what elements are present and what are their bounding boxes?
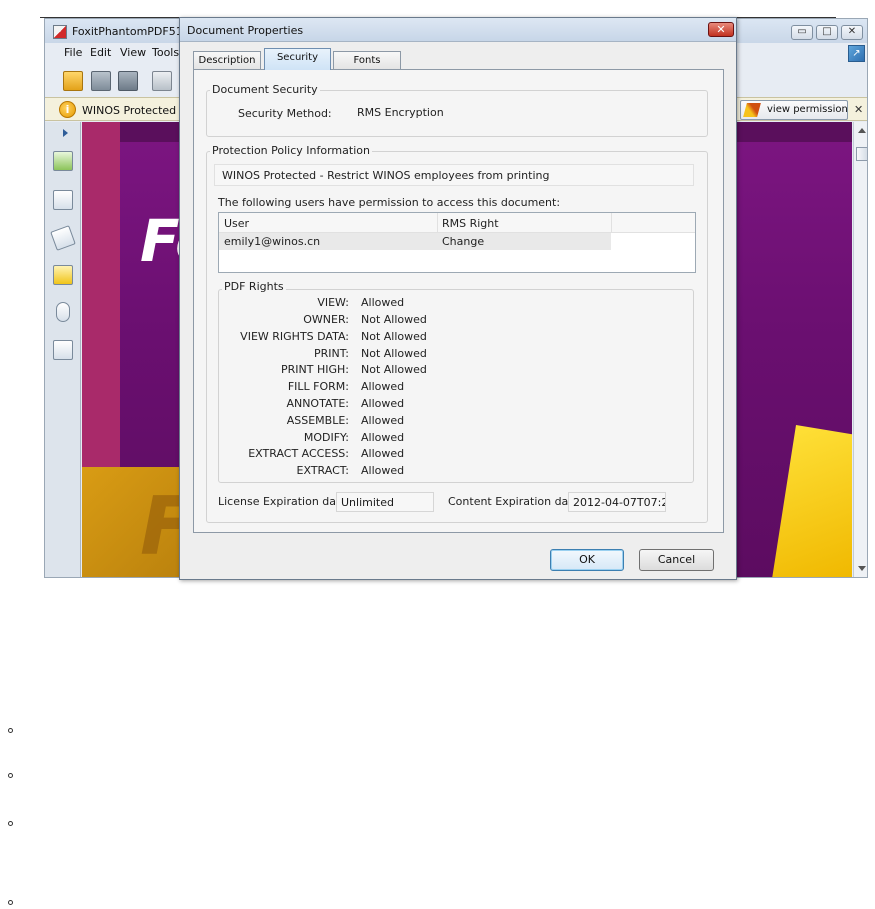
column-separator	[611, 213, 612, 233]
column-header-rms-right[interactable]: RMS Right	[442, 217, 499, 230]
list-bullet	[8, 900, 13, 905]
rights-label-modify: MODIFY:	[303, 431, 349, 444]
content-expiration-field: 2012-04-07T07:29	[568, 492, 666, 512]
list-bullet	[8, 773, 13, 778]
menu-edit[interactable]: Edit	[90, 46, 111, 59]
vertical-scrollbar[interactable]	[853, 122, 867, 577]
rights-label-view: VIEW:	[317, 296, 349, 309]
users-caption: The following users have permission to a…	[218, 196, 561, 209]
help-icon[interactable]: ↗	[848, 45, 865, 62]
sidebar-expand-icon[interactable]	[63, 129, 68, 137]
pdf-rights-title: PDF Rights	[222, 280, 286, 293]
table-row[interactable]: emily1@winos.cn Change	[219, 233, 611, 250]
document-security-title: Document Security	[210, 83, 320, 96]
protection-policy-title: Protection Policy Information	[210, 144, 372, 157]
menu-tools[interactable]: Tools	[152, 46, 179, 59]
license-expiration-field: Unlimited	[336, 492, 434, 512]
users-list[interactable]: User RMS Right emily1@winos.cn Change	[218, 212, 696, 273]
rights-value-owner: Not Allowed	[361, 313, 427, 326]
rights-label-print-high: PRINT HIGH:	[281, 363, 349, 376]
rights-label-annotate: ANNOTATE:	[286, 397, 349, 410]
scroll-thumb[interactable]	[856, 147, 867, 161]
signature-icon[interactable]	[53, 340, 73, 360]
rights-value-annotate: Allowed	[361, 397, 405, 410]
view-permission-label: view permission	[767, 104, 848, 115]
dialog-title: Document Properties	[187, 24, 304, 37]
rights-label-fill-form: FILL FORM:	[287, 380, 349, 393]
list-bullet	[8, 821, 13, 826]
rights-value-view-rights-data: Not Allowed	[361, 330, 427, 343]
rights-label-owner: OWNER:	[303, 313, 349, 326]
rights-value-extract: Allowed	[361, 464, 405, 477]
scroll-down-icon[interactable]	[858, 566, 866, 571]
menu-file[interactable]: File	[64, 46, 82, 59]
rights-value-modify: Allowed	[361, 431, 405, 444]
maximize-icon[interactable]: □	[816, 25, 838, 40]
tab-description[interactable]: Description	[193, 51, 261, 69]
pencil-icon	[743, 103, 761, 117]
column-header-user[interactable]: User	[224, 217, 249, 230]
tab-fonts[interactable]: Fonts	[333, 51, 401, 69]
rights-label-extract: EXTRACT:	[296, 464, 349, 477]
comments-icon[interactable]	[53, 265, 73, 285]
rights-value-print: Not Allowed	[361, 347, 427, 360]
list-bullet	[8, 728, 13, 733]
pages-icon[interactable]	[53, 190, 73, 210]
tab-security[interactable]: Security	[264, 48, 331, 70]
security-method-label: Security Method:	[238, 107, 332, 120]
app-logo-icon	[53, 25, 67, 39]
policy-description-box: WINOS Protected - Restrict WINOS employe…	[214, 164, 694, 186]
rights-label-assemble: ASSEMBLE:	[286, 414, 349, 427]
open-folder-icon[interactable]	[63, 71, 83, 91]
info-icon: i	[59, 101, 76, 118]
scroll-up-icon[interactable]	[858, 128, 866, 133]
menu-view[interactable]: View	[120, 46, 146, 59]
content-expiration-label: Content Expiration date:	[448, 495, 584, 508]
info-bar-close-icon[interactable]: ✕	[854, 103, 863, 116]
security-method-value: RMS Encryption	[357, 106, 444, 119]
rights-value-assemble: Allowed	[361, 414, 405, 427]
attachments-icon[interactable]	[56, 302, 70, 322]
column-separator	[437, 213, 438, 233]
save-all-icon[interactable]	[118, 71, 138, 91]
print-icon[interactable]	[152, 71, 172, 91]
user-rms-right: Change	[442, 235, 485, 248]
rights-value-fill-form: Allowed	[361, 380, 405, 393]
minimize-icon[interactable]: ▭	[791, 25, 813, 40]
rights-label-view-rights-data: VIEW RIGHTS DATA:	[240, 330, 349, 343]
rights-value-view: Allowed	[361, 296, 405, 309]
license-expiration-label: License Expiration date:	[218, 495, 351, 508]
rights-label-print: PRINT:	[314, 347, 349, 360]
document-properties-dialog: Document Properties ✕ Description Securi…	[179, 17, 737, 580]
user-email: emily1@winos.cn	[224, 235, 321, 248]
cancel-button[interactable]: Cancel	[639, 549, 714, 571]
policy-description: WINOS Protected - Restrict WINOS employe…	[222, 169, 550, 182]
bookmarks-icon[interactable]	[53, 151, 73, 171]
ok-button[interactable]: OK	[550, 549, 624, 571]
close-icon[interactable]: ✕	[841, 25, 863, 40]
dialog-close-icon[interactable]: ✕	[708, 22, 734, 37]
rights-value-extract-access: Allowed	[361, 447, 405, 460]
save-icon[interactable]	[91, 71, 111, 91]
rights-label-extract-access: EXTRACT ACCESS:	[248, 447, 349, 460]
rights-value-print-high: Not Allowed	[361, 363, 427, 376]
view-permission-button[interactable]: view permission	[740, 100, 848, 120]
